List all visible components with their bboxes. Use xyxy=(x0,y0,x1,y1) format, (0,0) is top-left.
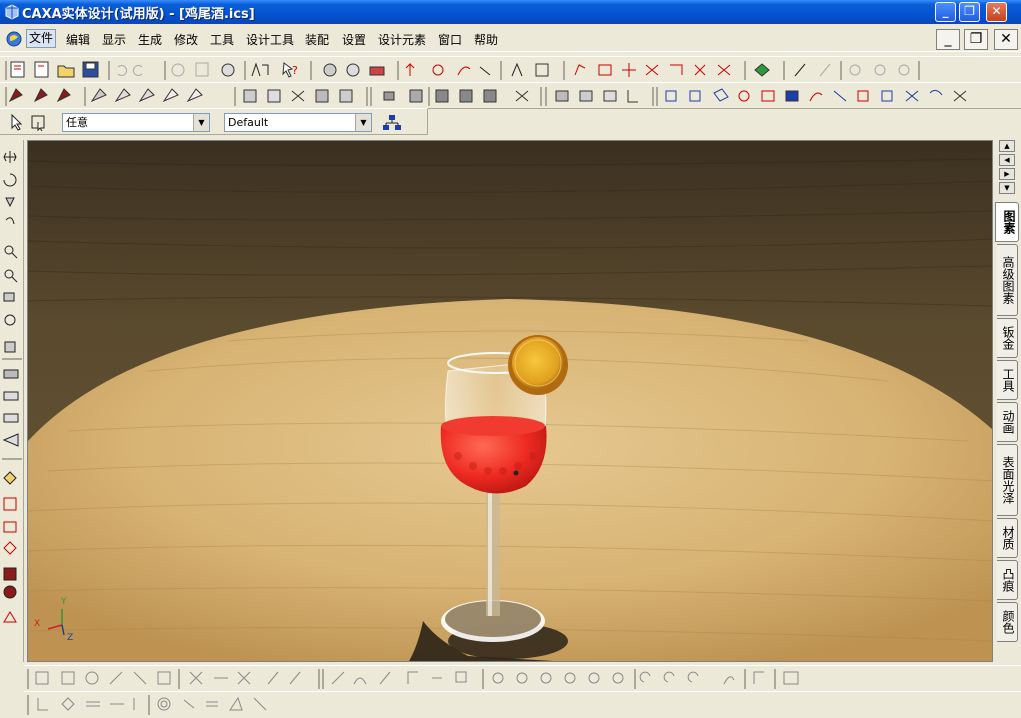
mdi-minimize-button[interactable]: _ xyxy=(936,29,960,50)
tab-material[interactable]: 材质 xyxy=(997,518,1018,558)
document-icon[interactable] xyxy=(6,31,22,47)
configuration-combo[interactable]: Default ▼ xyxy=(224,113,372,132)
standard-toolbar: ? xyxy=(0,56,1021,83)
scene-render xyxy=(28,141,992,661)
tab-sheet-metal[interactable]: 钣金 xyxy=(997,318,1018,358)
tab-animation[interactable]: 动画 xyxy=(997,402,1018,442)
menu-tools[interactable]: 工具 xyxy=(210,31,234,48)
feature-toolbar xyxy=(0,82,1021,109)
menu-bar: 文件 编辑 显示 生成 修改 工具 设计工具 装配 设置 设计元素 窗口 帮助 … xyxy=(0,26,1021,52)
tab-tools[interactable]: 工具 xyxy=(997,360,1018,400)
menu-window[interactable]: 窗口 xyxy=(438,31,462,48)
axis-label-x: X xyxy=(34,619,41,629)
chevron-down-icon[interactable]: ▼ xyxy=(193,114,209,131)
minimize-button[interactable]: _ xyxy=(935,2,956,22)
restore-button[interactable]: ❐ xyxy=(959,2,980,22)
axis-label-z: Z xyxy=(67,633,74,643)
axis-label-y: Y xyxy=(61,597,67,607)
app-window: CAXA实体设计(试用版) - [鸡尾酒.ics] _ ❐ ✕ 文件 编辑 显示… xyxy=(0,0,1021,718)
tab-scroll-last-icon[interactable]: ▼ xyxy=(999,182,1015,194)
menu-modify[interactable]: 修改 xyxy=(174,31,198,48)
mdi-close-button[interactable]: ✕ xyxy=(994,29,1018,50)
sketch-tool-icons[interactable] xyxy=(24,666,1021,692)
selection-filter-value: 任意 xyxy=(66,116,88,129)
svg-text:?: ? xyxy=(292,64,298,77)
design-elements-tabstrip: ▲ ◀ ▶ ▼ 图素 高级图素 钣金 工具 动画 表面光泽 材质 凸痕 颜色 xyxy=(995,136,1021,664)
caxa-app-icon xyxy=(5,4,19,20)
selection-toolbar: 任意 ▼ Default ▼ xyxy=(0,108,428,135)
left-view-toolbar xyxy=(0,140,24,662)
selection-filter-combo[interactable]: 任意 ▼ xyxy=(62,113,210,132)
menu-generate[interactable]: 生成 xyxy=(138,31,162,48)
menu-assembly[interactable]: 装配 xyxy=(305,31,329,48)
view-tool-icons[interactable] xyxy=(0,140,24,662)
selection-tools[interactable] xyxy=(0,109,50,136)
feature-toolbar-icons[interactable] xyxy=(0,83,1021,110)
constraint-toolbar xyxy=(24,691,1021,718)
menu-settings[interactable]: 设置 xyxy=(342,31,366,48)
tab-primitives[interactable]: 图素 xyxy=(995,202,1019,242)
standard-toolbar-icons[interactable]: ? xyxy=(0,57,1021,84)
tab-surface-finish[interactable]: 表面光泽 xyxy=(997,444,1018,516)
3d-viewport[interactable]: X Y Z xyxy=(27,140,993,662)
mdi-restore-button[interactable]: ❐ xyxy=(964,29,988,50)
menu-help[interactable]: 帮助 xyxy=(474,31,498,48)
title-bar[interactable]: CAXA实体设计(试用版) - [鸡尾酒.ics] _ ❐ ✕ xyxy=(0,0,1021,24)
configuration-value: Default xyxy=(228,116,269,129)
tab-scroll-first-icon[interactable]: ▲ xyxy=(999,140,1015,152)
menu-view[interactable]: 显示 xyxy=(102,31,126,48)
constraint-tool-icons[interactable] xyxy=(24,692,1021,718)
sketch-toolbar xyxy=(24,665,1021,691)
hierarchy-icon[interactable] xyxy=(382,113,402,133)
tab-scroll-down-icon[interactable]: ▶ xyxy=(999,168,1015,180)
window-title: CAXA实体设计(试用版) - [鸡尾酒.ics] xyxy=(22,7,255,22)
menu-design-tools[interactable]: 设计工具 xyxy=(246,31,294,48)
tab-color[interactable]: 颜色 xyxy=(997,602,1018,642)
menu-edit[interactable]: 编辑 xyxy=(66,31,90,48)
menu-design-elements[interactable]: 设计元素 xyxy=(378,31,426,48)
menu-file[interactable]: 文件 xyxy=(26,29,57,48)
tab-emboss[interactable]: 凸痕 xyxy=(997,560,1018,600)
chevron-down-icon[interactable]: ▼ xyxy=(355,114,371,131)
close-button[interactable]: ✕ xyxy=(986,2,1007,22)
tab-advanced-primitives[interactable]: 高级图素 xyxy=(997,244,1018,316)
tab-scroll-up-icon[interactable]: ◀ xyxy=(999,154,1015,166)
